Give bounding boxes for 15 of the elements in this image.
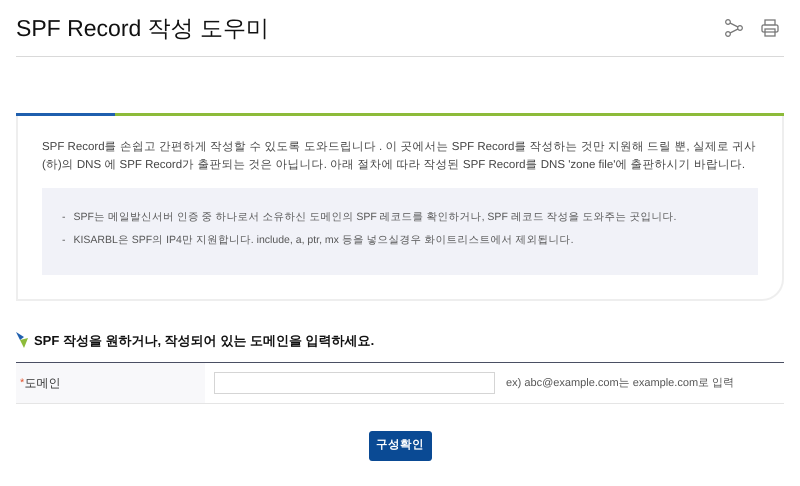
note-text: SPF는 메일발신서버 인증 중 하나로서 소유하신 도메인의 SPF 레코드를 확인하거나, SPF 레코드 작성을 도와주는 곳입니다. bbox=[74, 210, 676, 225]
bullet-dash: - bbox=[62, 232, 66, 248]
intro-paragraph: SPF Record를 손쉽고 간편하게 작성할 수 있도록 도와드립니다 . 이 곳에서는 SPF Record를 작성하는 것만 지원해 드릴 뿐, 실제로 귀사(하)의 DNS 에 SPF Record가 출판되는 것은 아닙니다. 아래 절차에 따라 작성된 SPF Record를 DNS 'zone file'에 출판하시기 바랍니다. bbox=[42, 140, 757, 173]
section-heading: SPF 작성을 원하거나, 작성되어 있는 도메인을 입력하세요. bbox=[34, 332, 374, 350]
chevron-logo-icon bbox=[16, 332, 30, 348]
bullet-dash: - bbox=[62, 210, 66, 225]
share-icon[interactable] bbox=[724, 18, 744, 38]
page-title: SPF Record 작성 도우미 bbox=[16, 14, 270, 43]
print-icon[interactable] bbox=[760, 18, 780, 38]
required-mark: * bbox=[20, 376, 24, 391]
input-hint: ex) abc@example.com는 example.com로 입력 bbox=[506, 376, 734, 391]
submit-button[interactable]: 구성확인 bbox=[368, 431, 432, 461]
note-text: KISARBL은 SPF의 IP4만 지원합니다. include, a, ptr, mx 등을 넣으실경우 화이트리스트에서 제외됩니다. bbox=[74, 232, 574, 248]
field-label: 도메인 bbox=[24, 375, 60, 392]
domain-input[interactable] bbox=[214, 372, 495, 394]
